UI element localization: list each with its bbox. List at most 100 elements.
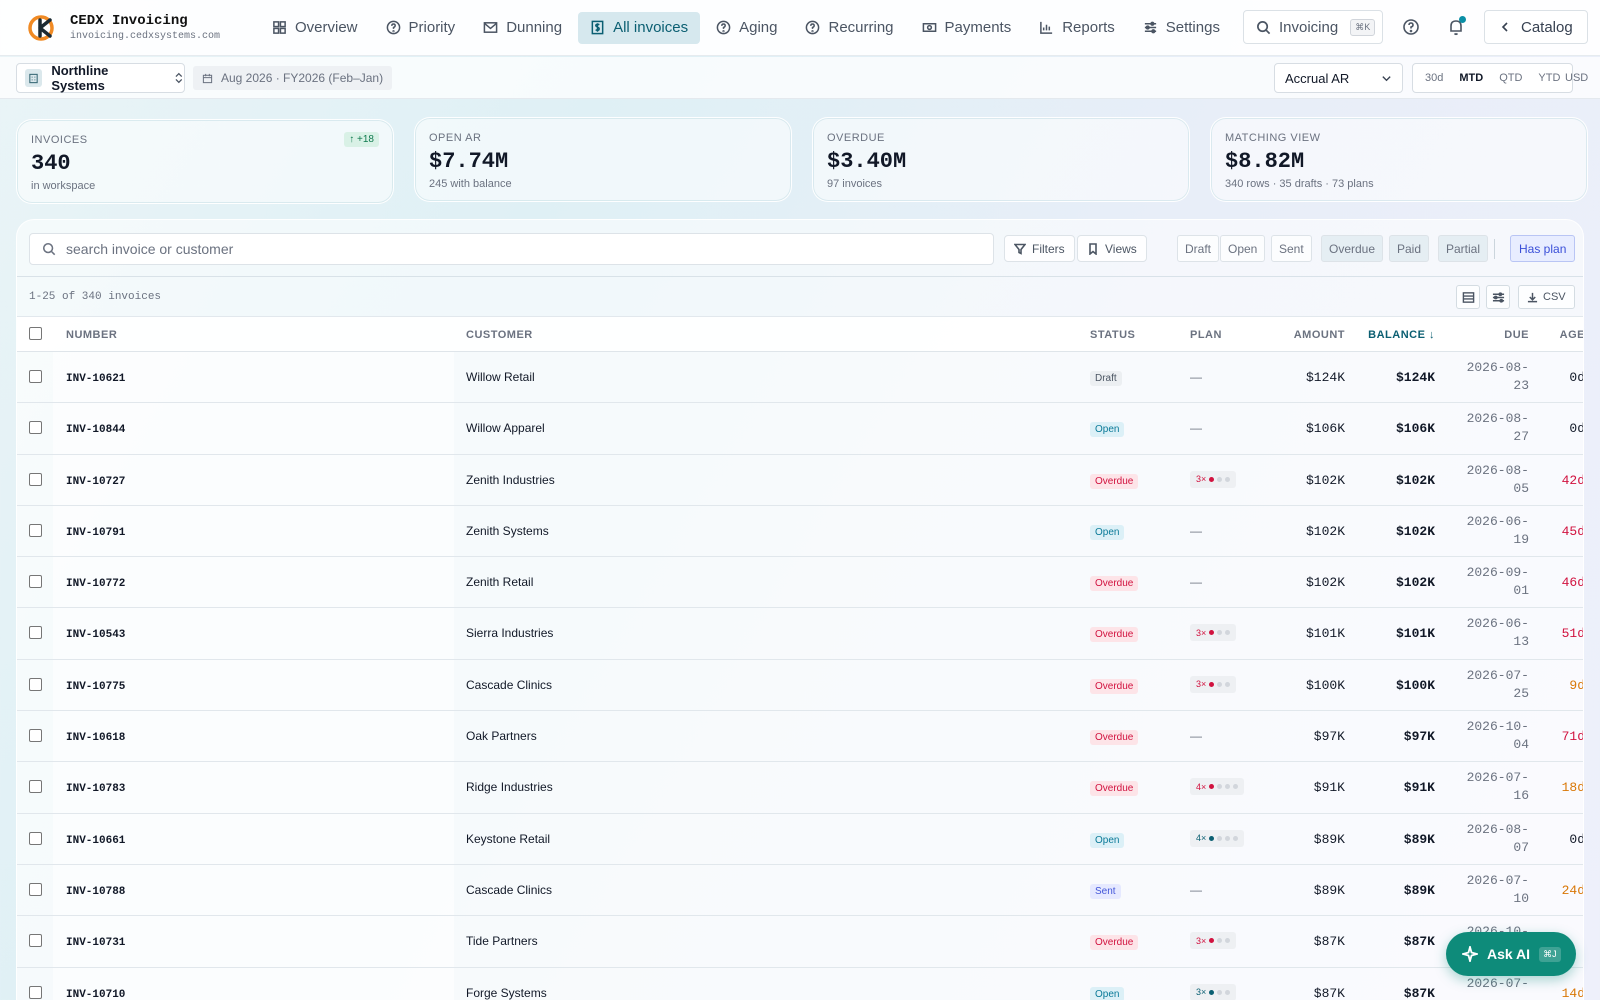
table-row[interactable]: INV-10775 Cascade Clinics Overdue 3× $100K $1… [17, 659, 1583, 712]
table-row[interactable]: INV-10621 Willow Retail Draft — $124K $124K 20… [17, 352, 1583, 404]
table-row[interactable]: INV-10791 Zenith Systems Open — $102K $102K 20… [17, 505, 1583, 558]
row-checkbox[interactable] [29, 626, 42, 640]
metric-card-open-ar[interactable]: Open AR $7.74M 245 with balance [414, 117, 792, 202]
row-checkbox[interactable] [29, 882, 42, 896]
nav-item-dunning[interactable]: Dunning [471, 12, 574, 44]
invoice-search-input[interactable]: search invoice or customer [29, 233, 994, 265]
metric-card-invoices[interactable]: Invoices 340 in workspace ↑ +18 [16, 119, 394, 204]
invoice-number[interactable]: INV-10710 [66, 989, 125, 1000]
row-checkbox[interactable] [29, 523, 42, 537]
filters-button[interactable]: Filters [1004, 235, 1075, 262]
has-plan-filter[interactable]: Has plan [1510, 235, 1576, 262]
invoice-number[interactable]: INV-10727 [66, 476, 125, 488]
column-header-due[interactable]: Due [1504, 329, 1529, 341]
payment-plan-chip[interactable]: 3× [1190, 983, 1237, 1000]
views-button[interactable]: Views [1077, 235, 1147, 262]
column-header-number[interactable]: Number [66, 329, 117, 341]
payment-plan-chip[interactable]: 3× [1190, 675, 1237, 693]
invoice-number[interactable]: INV-10783 [66, 783, 125, 795]
metric-card-matching-view[interactable]: Matching view $8.82M 340 rows · 35 drafts … [1210, 117, 1588, 202]
row-checkbox[interactable] [29, 729, 42, 743]
column-header-customer[interactable]: Customer [466, 329, 533, 341]
invoice-number[interactable]: INV-10661 [66, 835, 125, 847]
invoice-number[interactable]: INV-10844 [66, 424, 125, 436]
nav-item-payments[interactable]: Payments [910, 12, 1024, 44]
invoice-number[interactable]: INV-10788 [66, 886, 125, 898]
invoice-number[interactable]: INV-10731 [66, 937, 125, 949]
nav-item-aging[interactable]: Aging [704, 12, 789, 44]
payment-plan-chip[interactable]: 4× [1190, 829, 1245, 847]
row-checkbox[interactable] [29, 831, 42, 845]
row-checkbox[interactable] [29, 370, 42, 383]
columns-settings-button[interactable] [1486, 285, 1510, 309]
nav-item-settings[interactable]: Settings [1131, 12, 1232, 44]
nav-item-all-invoices[interactable]: All invoices [578, 11, 701, 44]
row-checkbox[interactable] [29, 934, 42, 948]
customer-name[interactable]: Tide Partners [466, 934, 538, 948]
table-row[interactable]: INV-10783 Ridge Industries Overdue 4× $91K $9… [17, 762, 1583, 814]
metric-card-overdue[interactable]: Overdue $3.40M 97 invoices [812, 117, 1190, 202]
nav-item-recurring[interactable]: Recurring [793, 12, 905, 44]
customer-name[interactable]: Zenith Retail [466, 575, 533, 589]
customer-name[interactable]: Ridge Industries [466, 780, 553, 794]
status-filter-overdue[interactable]: Overdue [1321, 235, 1384, 262]
customer-name[interactable]: Cascade Clinics [466, 678, 552, 692]
table-row[interactable]: INV-10731Tide PartnersOverdue3×$87K$87K2… [17, 916, 1583, 968]
row-checkbox[interactable] [29, 421, 42, 435]
select-all-checkbox[interactable] [29, 327, 42, 340]
invoice-number[interactable]: INV-10772 [66, 578, 125, 590]
nav-item-reports[interactable]: Reports [1027, 12, 1127, 44]
invoice-number[interactable]: INV-10543 [66, 629, 125, 641]
global-search-button[interactable]: Invoicing ⌘K [1243, 10, 1383, 44]
invoice-number[interactable]: INV-10791 [66, 527, 125, 539]
invoice-number[interactable]: INV-10775 [66, 681, 125, 693]
table-row[interactable]: INV-10661 Keystone Retail Open 4× $89K $89K 20… [17, 813, 1583, 865]
row-checkbox[interactable] [29, 575, 42, 589]
range-mtd[interactable]: MTD [1451, 66, 1491, 90]
column-header-status[interactable]: Status [1090, 329, 1135, 341]
customer-name[interactable]: Forge Systems [466, 986, 547, 1000]
status-filter-draft[interactable]: Draft [1177, 235, 1220, 262]
table-row[interactable]: INV-10618 Oak Partners Overdue — $97K $97K 202… [17, 711, 1583, 763]
table-row[interactable]: INV-10727 Zenith Industries Overdue 3× $102K… [17, 454, 1583, 506]
notifications-button[interactable] [1447, 16, 1466, 36]
customer-name[interactable]: Willow Apparel [466, 421, 545, 435]
invoice-number[interactable]: INV-10618 [66, 732, 125, 744]
row-checkbox[interactable] [29, 780, 42, 794]
status-filter-sent[interactable]: Sent [1271, 235, 1312, 262]
range-qtd[interactable]: QTD [1491, 66, 1530, 90]
payment-plan-chip[interactable]: 3× [1190, 624, 1237, 642]
payment-plan-chip[interactable]: 3× [1190, 470, 1237, 488]
payment-plan-chip[interactable]: 4× [1190, 778, 1245, 796]
customer-name[interactable]: Zenith Industries [466, 473, 555, 487]
table-row[interactable]: INV-10710 Forge Systems Open 3× $87K $87K 2026… [17, 967, 1583, 1000]
nav-item-priority[interactable]: Priority [374, 12, 468, 44]
brand[interactable]: CEDX Invoicing invoicing.cedxsystems.com [28, 13, 238, 42]
help-button[interactable] [1402, 18, 1420, 36]
status-filter-open[interactable]: Open [1220, 235, 1266, 262]
status-filter-paid[interactable]: Paid [1389, 235, 1430, 262]
row-checkbox[interactable] [29, 677, 42, 691]
payment-plan-chip[interactable]: 3× [1190, 932, 1237, 950]
range-30d[interactable]: 30d [1417, 66, 1451, 90]
customer-name[interactable]: Cascade Clinics [466, 883, 552, 897]
customer-name[interactable]: Oak Partners [466, 729, 537, 743]
nav-item-overview[interactable]: Overview [260, 12, 370, 44]
accounting-basis-select[interactable]: Accrual AR [1274, 63, 1403, 93]
customer-name[interactable]: Keystone Retail [466, 832, 550, 846]
table-row[interactable]: INV-10788 Cascade Clinics Sent — $89K $89K 202… [17, 864, 1583, 917]
density-button[interactable] [1456, 285, 1480, 309]
range-ytd[interactable]: YTD [1530, 66, 1568, 90]
status-filter-partial[interactable]: Partial [1438, 235, 1489, 262]
table-row[interactable]: INV-10772 Zenith Retail Overdue — $102K $102K… [17, 557, 1583, 609]
customer-name[interactable]: Willow Retail [466, 370, 535, 384]
row-checkbox[interactable] [29, 985, 42, 999]
workspace-switcher[interactable]: Northline Systems [16, 63, 185, 93]
column-header-amount[interactable]: Amount [1294, 329, 1345, 341]
column-header-plan[interactable]: Plan [1190, 329, 1222, 341]
table-row[interactable]: INV-10844 Willow Apparel Open — $106K $106K 20… [17, 403, 1583, 455]
table-row[interactable]: INV-10543 Sierra Industries Overdue 3× $101K… [17, 608, 1583, 660]
column-header-balance[interactable]: Balance ↓ [1368, 329, 1435, 341]
invoice-number[interactable]: INV-10621 [66, 373, 125, 385]
customer-name[interactable]: Sierra Industries [466, 626, 553, 640]
